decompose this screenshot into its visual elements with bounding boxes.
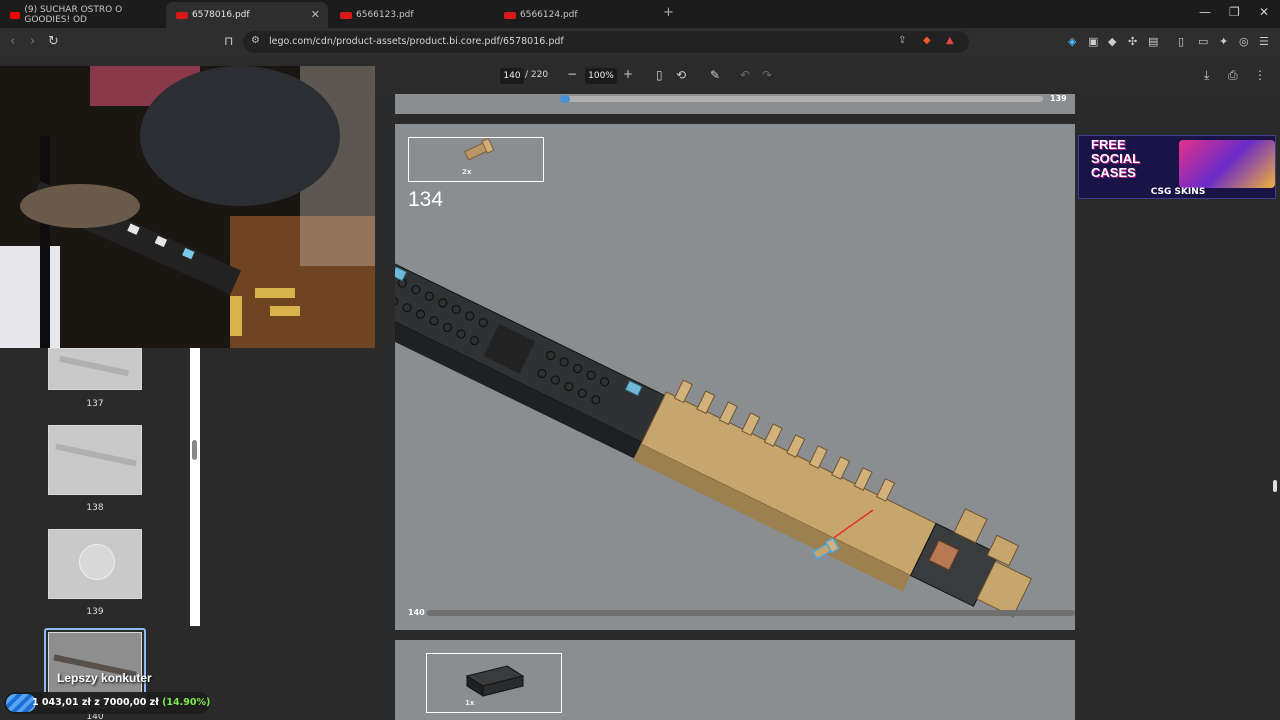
tab-6578016[interactable]: 6578016.pdf ✕ xyxy=(166,2,328,28)
brave-shield-icon[interactable]: ◆ xyxy=(923,35,931,46)
tab-title: 6566124.pdf xyxy=(520,10,578,20)
youtube-icon xyxy=(10,11,21,19)
thumbnail-label: 138 xyxy=(86,503,104,513)
fit-page-icon[interactable]: ▯ xyxy=(656,68,663,82)
page-thumbnail[interactable] xyxy=(48,529,142,599)
page-progress-bar xyxy=(565,96,1043,102)
undo-icon[interactable]: ↶ xyxy=(740,68,750,82)
puzzle-icon[interactable]: ✣ xyxy=(1128,35,1137,48)
extension-icon[interactable]: ◆ xyxy=(1108,35,1116,48)
thumbnail-content xyxy=(59,355,129,377)
webcam-image xyxy=(0,66,375,348)
ad-headline-line: SOCIAL xyxy=(1091,151,1141,166)
pdf-page-current: 2x 134 140 xyxy=(395,124,1075,630)
tab-title: 6566123.pdf xyxy=(356,10,414,20)
vpn-icon[interactable]: ◎ xyxy=(1239,35,1249,48)
lego-model-illustration xyxy=(395,263,1033,618)
share-icon[interactable]: ⇪ xyxy=(898,35,906,46)
goal-separator: z xyxy=(94,697,100,708)
ad-headline: FREE SOCIAL CASES xyxy=(1091,138,1140,180)
extension-icon[interactable]: ▤ xyxy=(1148,35,1158,48)
sidebar-icon[interactable]: ▯ xyxy=(1178,35,1184,48)
extension-icon[interactable]: ◈ xyxy=(1068,35,1076,48)
wallet-icon[interactable]: ▭ xyxy=(1198,35,1208,48)
zoom-in-button[interactable]: + xyxy=(623,67,633,81)
goal-target: 7000,00 zł xyxy=(103,697,159,708)
tab-youtube[interactable]: (9) SUCHAR OSTRO O GOODIES! OD xyxy=(0,2,165,28)
new-tab-button[interactable]: + xyxy=(663,5,674,20)
rotate-icon[interactable]: ⟲ xyxy=(676,68,686,82)
site-info-icon[interactable]: ⚙ xyxy=(251,35,260,46)
progress-marker xyxy=(560,95,570,103)
page-thumbnail[interactable] xyxy=(48,425,142,495)
close-window-button[interactable]: ✕ xyxy=(1259,5,1269,19)
lego-icon xyxy=(504,11,516,19)
tab-6566123[interactable]: 6566123.pdf xyxy=(330,2,492,28)
ad-banner[interactable]: FREE SOCIAL CASES CSG SKINS xyxy=(1078,135,1276,199)
page-number: 139 xyxy=(1050,94,1067,103)
ad-headline-line: CASES xyxy=(1091,165,1136,180)
part-quantity: 1x xyxy=(465,699,475,707)
lego-brick-part xyxy=(465,665,525,697)
url-text[interactable]: lego.com/cdn/product-assets/product.bi.c… xyxy=(269,36,564,47)
leo-ai-icon[interactable]: ✦ xyxy=(1219,35,1228,48)
zoom-level[interactable]: 100% xyxy=(585,68,617,84)
more-options-icon[interactable]: ⋮ xyxy=(1254,68,1266,82)
close-icon[interactable]: ✕ xyxy=(311,8,320,21)
bookmark-icon[interactable]: ⊓ xyxy=(224,34,233,48)
thumbnail-content xyxy=(55,443,137,467)
goal-amount: 1 043,01 zł z 7000,00 zł (14.90%) xyxy=(32,697,210,708)
ad-headline-line: FREE xyxy=(1091,137,1126,152)
goal-title: Lepszy konkuter xyxy=(57,671,152,685)
webcam-overlay xyxy=(0,66,375,348)
lego-icon xyxy=(340,11,352,19)
menu-icon[interactable]: ☰ xyxy=(1259,35,1269,48)
parts-callout: 1x xyxy=(426,653,562,713)
tab-6566124[interactable]: 6566124.pdf xyxy=(494,2,656,28)
ad-artwork xyxy=(1179,140,1275,188)
tab-strip: (9) SUCHAR OSTRO O GOODIES! OD 6578016.p… xyxy=(0,0,1280,28)
extension-icon[interactable]: ▣ xyxy=(1088,35,1098,48)
page-number-input[interactable]: 140 xyxy=(500,68,524,84)
tab-title: (9) SUCHAR OSTRO O GOODIES! OD xyxy=(24,5,123,25)
redo-icon[interactable]: ↷ xyxy=(762,68,772,82)
download-icon[interactable]: ⤓ xyxy=(1204,68,1209,83)
reload-button[interactable]: ↻ xyxy=(48,34,59,49)
sidebar-scrollbar-thumb[interactable] xyxy=(192,440,197,460)
goal-current: 1 043,01 zł xyxy=(32,697,91,708)
thumbnail-label: 139 xyxy=(86,607,104,617)
brave-rewards-icon[interactable]: ▲ xyxy=(946,35,954,46)
zoom-out-button[interactable]: − xyxy=(567,67,577,81)
scrollbar-thumb[interactable] xyxy=(1273,480,1277,492)
thumbnail-label: 137 xyxy=(86,399,104,409)
print-icon[interactable]: ⎙ xyxy=(1228,68,1238,83)
pdf-page-previous: 139 xyxy=(395,94,1075,114)
annotate-icon[interactable]: ✎ xyxy=(710,68,720,82)
maximize-button[interactable]: ❐ xyxy=(1229,5,1240,19)
goal-percent: (14.90%) xyxy=(162,697,211,708)
page-thumbnail[interactable] xyxy=(48,348,142,390)
forward-button[interactable]: › xyxy=(30,34,35,49)
thumbnail-content xyxy=(79,544,115,580)
address-bar[interactable]: ⚙ lego.com/cdn/product-assets/product.bi… xyxy=(243,31,969,53)
minimize-button[interactable]: — xyxy=(1199,5,1211,19)
page-number: 140 xyxy=(408,608,425,617)
lego-icon xyxy=(176,11,188,19)
back-button[interactable]: ‹ xyxy=(10,34,15,49)
ad-brand: CSG SKINS xyxy=(1150,187,1206,197)
tab-title: 6578016.pdf xyxy=(192,10,250,20)
page-progress-bar xyxy=(427,610,1075,616)
pdf-page-next: 1x xyxy=(395,640,1075,720)
page-total: / 220 xyxy=(525,70,549,80)
